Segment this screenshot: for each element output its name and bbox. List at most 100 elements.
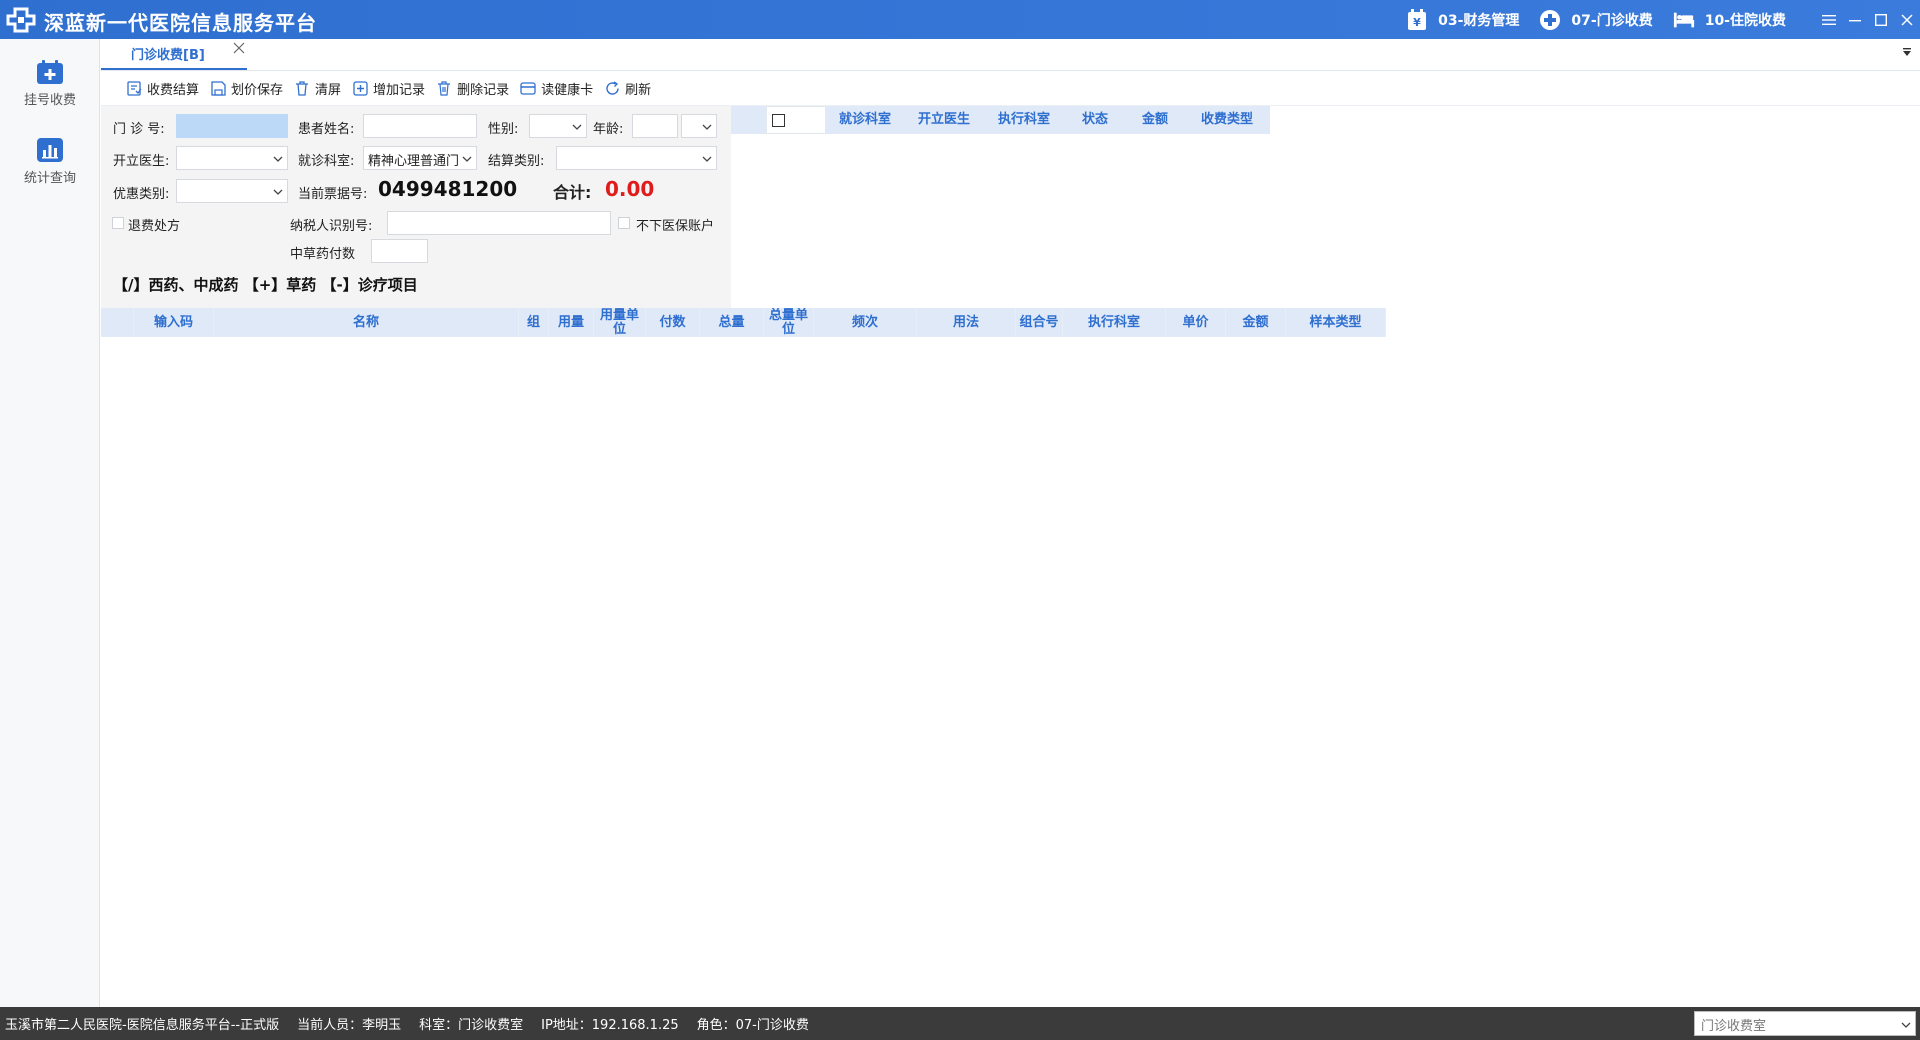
age-unit-select[interactable]: [681, 114, 717, 138]
col-header[interactable]: 组合号: [1016, 308, 1063, 337]
col-header[interactable]: 就诊科室: [826, 106, 904, 134]
refresh-button[interactable]: 刷新: [604, 79, 651, 98]
add-record-label: 增加记录: [373, 83, 426, 98]
col-header[interactable]: 频次: [814, 308, 917, 337]
no-insurance-checkbox[interactable]: [618, 217, 630, 229]
status-bar: 玉溪市第二人民医院-医院信息服务平台--正式版 当前人员：李明玉 科室：门诊收费…: [0, 1007, 1920, 1040]
svg-text:¥: ¥: [1413, 16, 1421, 29]
add-record-button[interactable]: 增加记录: [352, 79, 425, 98]
col-header[interactable]: 样本类型: [1286, 308, 1386, 337]
settle-type-select[interactable]: [556, 146, 717, 170]
gender-select[interactable]: [529, 114, 587, 138]
chevron-down-icon: [273, 153, 283, 163]
col-header[interactable]: 总量: [700, 308, 764, 337]
chevron-down-icon: [462, 153, 472, 163]
room-select-value: 门诊收费室: [1701, 1019, 1767, 1034]
header-spacer: [731, 106, 766, 134]
refresh-label: 刷新: [625, 83, 652, 98]
nav-item-statistics[interactable]: 统计查询: [0, 137, 100, 186]
select-all-cell[interactable]: [766, 106, 826, 134]
clear-screen-button[interactable]: 清屏: [294, 79, 341, 98]
module-outpatient-fee[interactable]: 07-门诊收费: [1539, 9, 1653, 31]
col-header[interactable]: 金额: [1226, 308, 1286, 337]
patient-name-label: 患者姓名:: [298, 122, 355, 137]
clinic-no-label: 门 诊 号:: [113, 122, 165, 137]
room-select[interactable]: 门诊收费室: [1694, 1011, 1916, 1036]
col-header[interactable]: 名称: [214, 308, 519, 337]
hospital-cross-logo-icon: [6, 7, 36, 33]
col-header[interactable]: 执行科室: [1063, 308, 1166, 337]
age-input[interactable]: [632, 114, 678, 138]
clinic-no-input[interactable]: [176, 114, 288, 138]
discount-label: 优惠类别:: [113, 187, 170, 202]
col-header[interactable]: 用法: [917, 308, 1016, 337]
card-icon: [520, 81, 536, 97]
close-icon[interactable]: [1894, 9, 1920, 31]
refund-checkbox[interactable]: [112, 217, 124, 229]
settle-icon: [126, 81, 142, 97]
discount-select[interactable]: [176, 179, 288, 203]
read-health-card-button[interactable]: 读健康卡: [520, 79, 593, 98]
chevron-down-icon: [572, 121, 582, 131]
calendar-plus-icon: [36, 59, 64, 85]
delete-icon: [436, 81, 452, 97]
col-header[interactable]: 付数: [646, 308, 700, 337]
bar-chart-icon: [36, 137, 64, 163]
chevron-down-icon: [702, 153, 712, 163]
select-all-checkbox[interactable]: [772, 114, 785, 127]
add-icon: [352, 81, 368, 97]
tab-close-icon[interactable]: [233, 42, 245, 58]
nav-item-registration-fee[interactable]: 挂号收费: [0, 59, 100, 108]
dept-select[interactable]: 精神心理普通门: [363, 146, 477, 170]
status-operator: 当前人员：李明玉: [297, 1018, 402, 1033]
total-label: 合计:: [553, 183, 592, 202]
herbal-count-label: 中草药付数: [290, 247, 356, 262]
module-inpatient-fee[interactable]: 10-住院收费: [1673, 9, 1786, 31]
module-label: 10-住院收费: [1704, 12, 1786, 29]
maximize-icon[interactable]: [1868, 9, 1894, 31]
col-header[interactable]: 用量单位: [594, 308, 646, 337]
col-header[interactable]: 总量单位: [764, 308, 814, 337]
tab-outpatient-fee[interactable]: 门诊收费[B]: [101, 39, 247, 70]
settle-button[interactable]: 收费结算: [126, 79, 199, 98]
save-price-label: 划价保存: [231, 83, 284, 98]
save-price-button[interactable]: 划价保存: [210, 79, 283, 98]
clear-icon: [294, 81, 310, 97]
nav-label: 挂号收费: [23, 93, 76, 108]
col-header[interactable]: 开立医生: [904, 106, 984, 134]
tab-dropdown-icon[interactable]: [1902, 47, 1912, 60]
taxpayer-label: 纳税人识别号:: [290, 219, 373, 234]
col-header[interactable]: 输入码: [134, 308, 214, 337]
minimize-icon[interactable]: [1842, 9, 1868, 31]
col-header[interactable]: 状态: [1064, 106, 1126, 134]
col-header[interactable]: 单价: [1166, 308, 1226, 337]
col-header[interactable]: 用量: [549, 308, 594, 337]
chevron-down-icon: [702, 121, 712, 131]
read-health-card-label: 读健康卡: [541, 83, 594, 98]
items-table-header: 输入码 名称 组 用量 用量单位 付数 总量 总量单位 频次 用法 组合号 执行…: [101, 308, 1386, 337]
gender-label: 性别:: [488, 122, 519, 137]
doctor-select[interactable]: [176, 146, 288, 170]
module-label: 07-门诊收费: [1571, 12, 1653, 29]
taxpayer-input[interactable]: [387, 211, 611, 235]
refresh-icon: [604, 81, 620, 97]
col-header[interactable]: 收费类型: [1184, 106, 1270, 134]
no-insurance-label: 不下医保账户: [636, 219, 715, 234]
toolbar: 收费结算 划价保存 清屏 增加记录 删除记录 读健康卡 刷新: [101, 72, 1920, 106]
summary-table-header: 就诊科室 开立医生 执行科室 状态 金额 收费类型: [731, 106, 1270, 134]
dept-value: 精神心理普通门: [368, 154, 458, 169]
col-header[interactable]: 执行科室: [984, 106, 1064, 134]
col-header[interactable]: 金额: [1126, 106, 1184, 134]
patient-name-input[interactable]: [363, 114, 477, 138]
receipt-number: 0499481200: [378, 177, 518, 201]
charge-items-table: 输入码 名称 组 用量 用量单位 付数 总量 总量单位 频次 用法 组合号 执行…: [101, 308, 1920, 1007]
col-header[interactable]: 组: [519, 308, 549, 337]
status-hospital: 玉溪市第二人民医院-医院信息服务平台--正式版: [5, 1018, 280, 1033]
medical-cross-icon: [1539, 9, 1561, 31]
module-finance[interactable]: ¥ 03-财务管理: [1406, 8, 1519, 31]
herbal-count-input[interactable]: [371, 239, 428, 263]
input-mode-hint: 【/】西药、中成药 【+】草药 【-】诊疗项目: [113, 276, 418, 294]
save-icon: [210, 81, 226, 97]
menu-icon[interactable]: [1816, 9, 1842, 31]
delete-record-button[interactable]: 删除记录: [436, 79, 509, 98]
